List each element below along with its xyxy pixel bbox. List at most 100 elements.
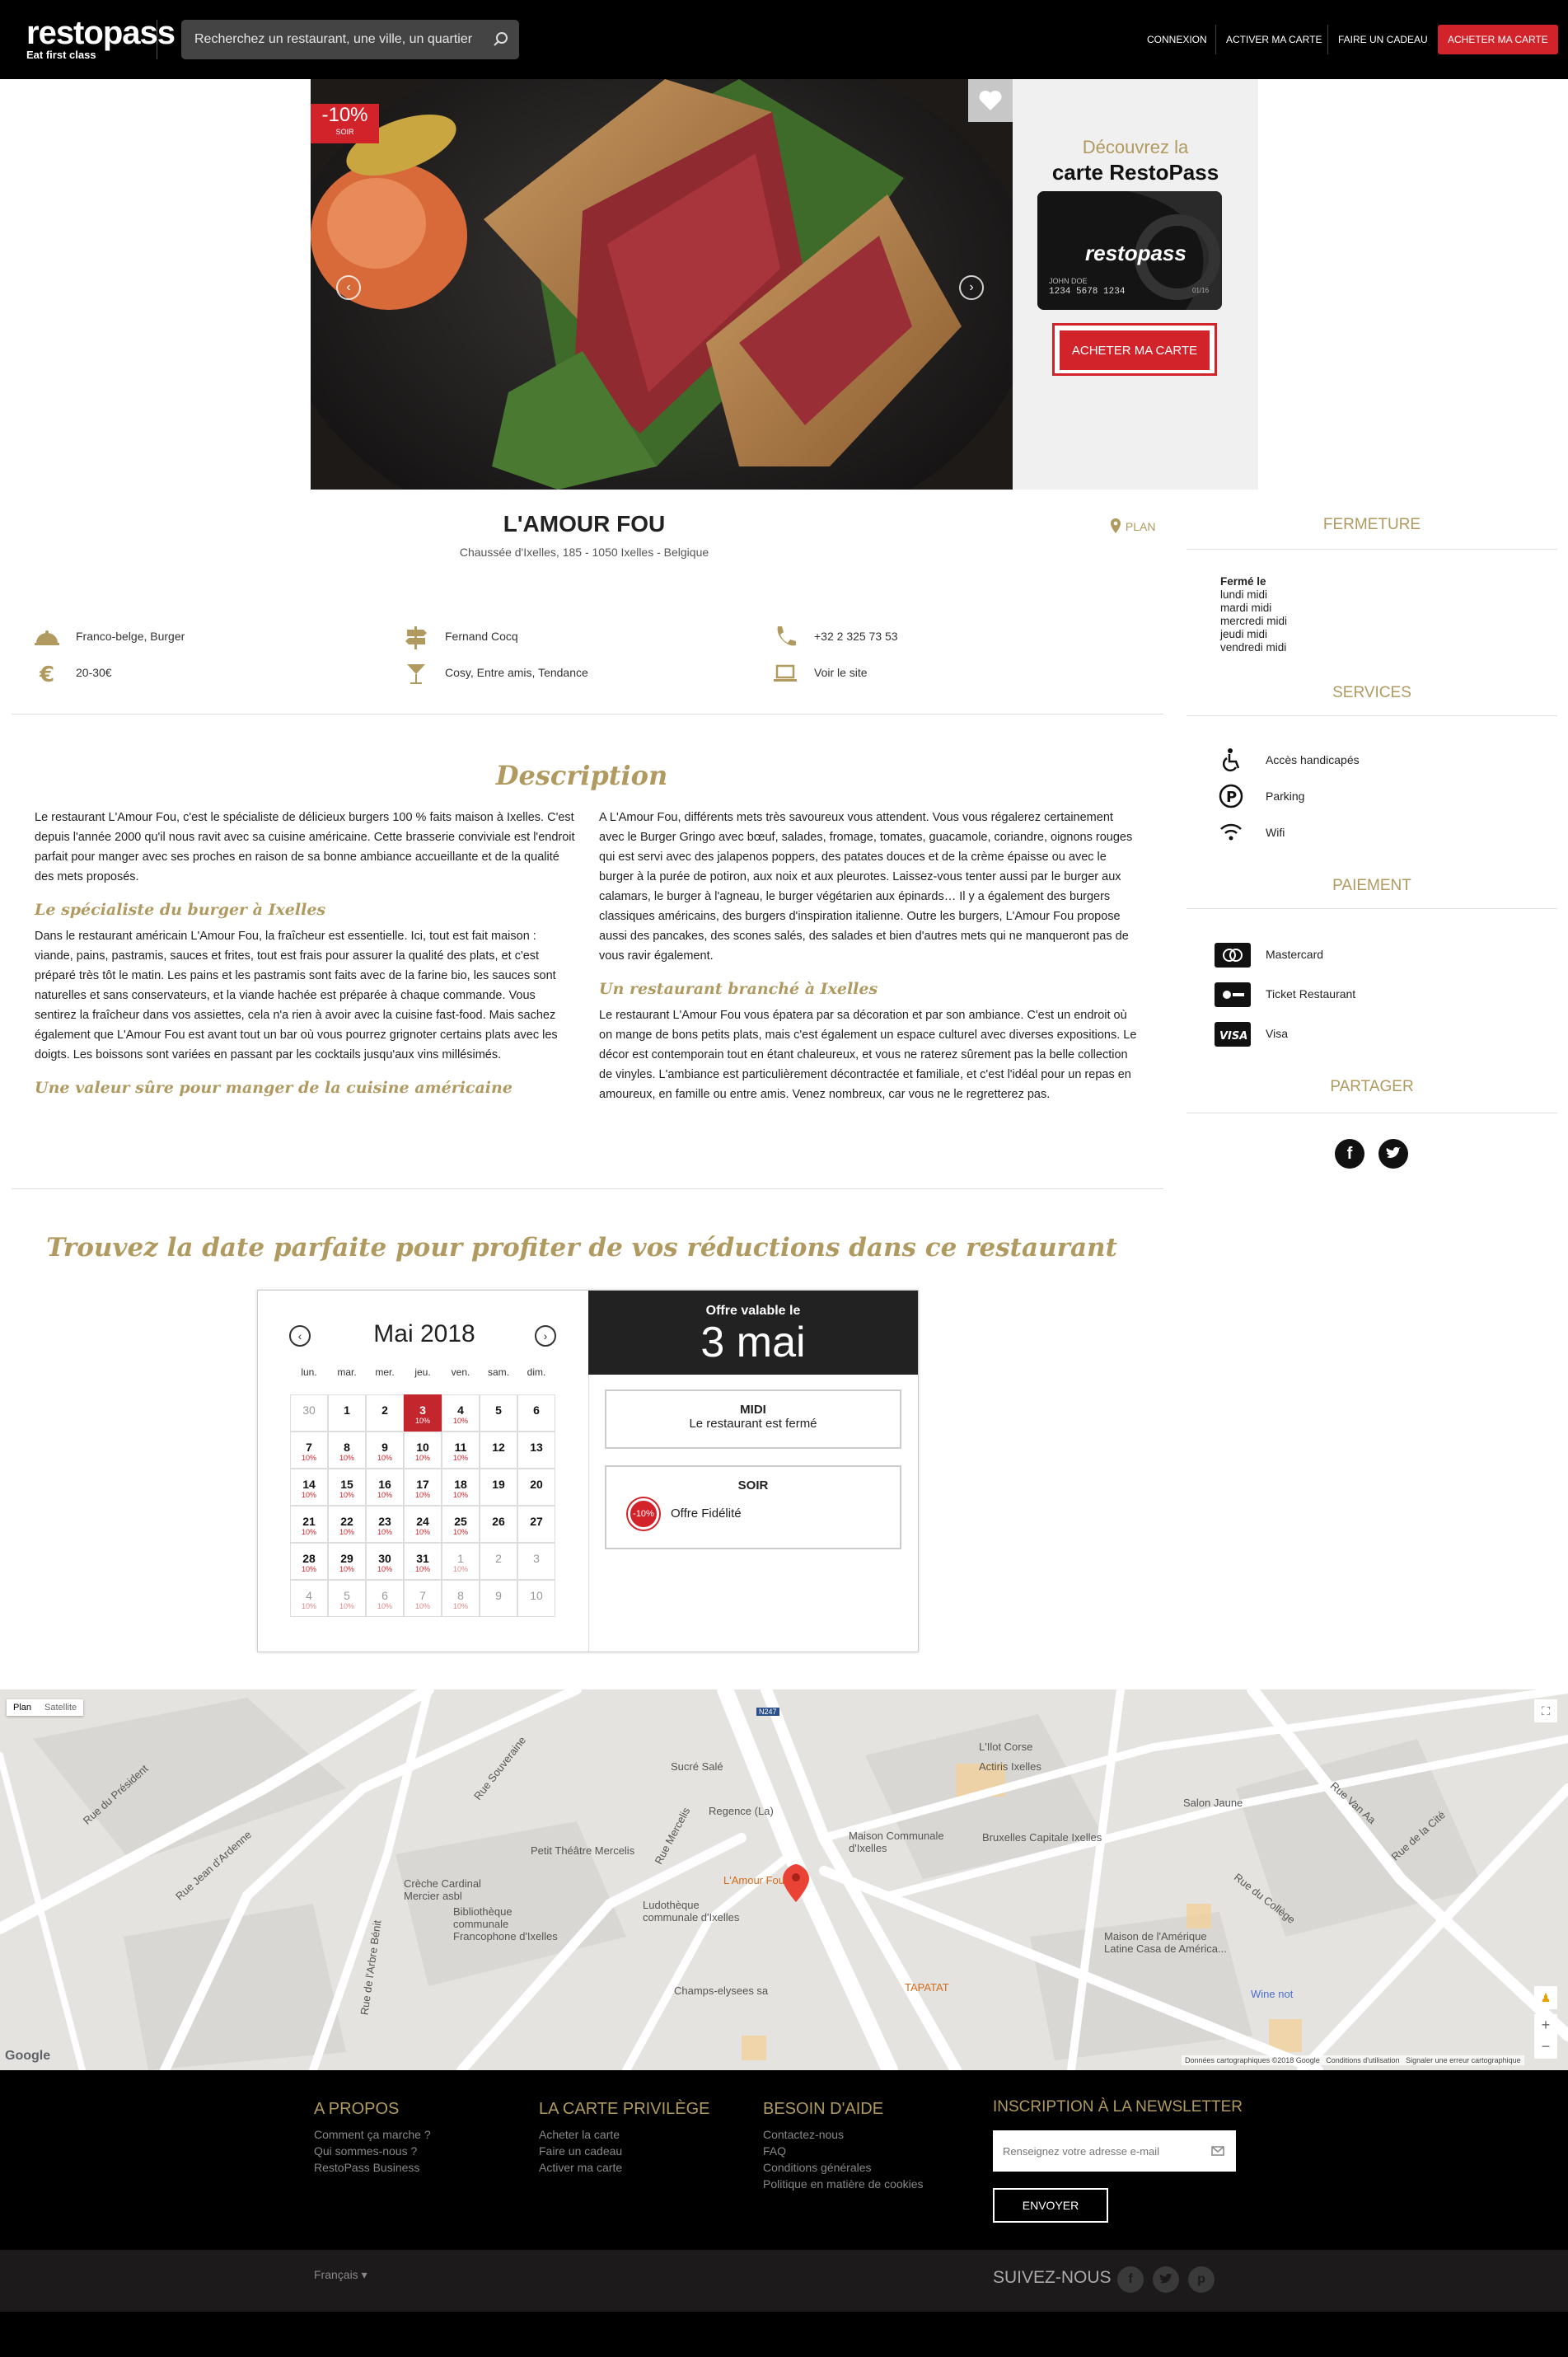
calendar-day[interactable]: 22 10% (328, 1506, 366, 1543)
language-selector[interactable]: Français ▾ (314, 2268, 367, 2282)
buy-card-button[interactable]: ACHETER MA CARTE (1052, 323, 1217, 376)
calendar-day[interactable]: 29 10% (328, 1543, 366, 1580)
calendar-day[interactable]: 17 10% (404, 1469, 442, 1506)
footer-link[interactable]: Comment ça marche ? (314, 2126, 431, 2143)
closed-day: lundi midi (1220, 588, 1268, 601)
payment-title: PAIEMENT (1332, 877, 1411, 894)
map-terms-link[interactable]: Conditions d'utilisation (1326, 2056, 1399, 2064)
restopass-logo[interactable]: restopass Eat first class (26, 16, 176, 61)
footer-twitter-icon[interactable] (1153, 2266, 1179, 2293)
soir-offer-box[interactable]: SOIR -10% Offre Fidélité (605, 1465, 901, 1549)
calendar-day[interactable]: 9 10% (366, 1432, 404, 1469)
calendar-day[interactable]: 2 (480, 1543, 517, 1580)
info-website[interactable]: Voir le site (774, 664, 868, 682)
footer-link[interactable]: Conditions générales (763, 2159, 924, 2176)
map-zoom-control: + − (1534, 2014, 1557, 2059)
calendar-day[interactable]: 13 (517, 1432, 555, 1469)
calendar-day[interactable]: 1 10% (442, 1543, 480, 1580)
footer-link[interactable]: Politique en matière de cookies (763, 2176, 924, 2192)
footer-link[interactable]: RestoPass Business (314, 2159, 431, 2176)
calendar-day[interactable]: 20 (517, 1469, 555, 1506)
carousel-next-button[interactable]: › (959, 275, 984, 300)
footer-link[interactable]: FAQ (763, 2143, 924, 2159)
calendar-day[interactable]: 30 (290, 1394, 328, 1432)
zoom-out-button[interactable]: − (1534, 2036, 1557, 2057)
calendar-day[interactable]: 12 (480, 1432, 517, 1469)
footer-link[interactable]: Contactez-nous (763, 2126, 924, 2143)
info-phone[interactable]: +32 2 325 73 53 (777, 626, 898, 646)
footer-pinterest-icon[interactable]: p (1188, 2266, 1215, 2293)
calendar-day[interactable]: 5 10% (328, 1580, 366, 1617)
calendar-day[interactable]: 28 10% (290, 1543, 328, 1580)
footer-link[interactable]: Activer ma carte (539, 2159, 622, 2176)
calendar-day[interactable]: 16 10% (366, 1469, 404, 1506)
calendar-day[interactable]: 7 10% (404, 1580, 442, 1617)
calendar-next-month-button[interactable]: › (535, 1325, 556, 1347)
calendar-day[interactable]: 15 10% (328, 1469, 366, 1506)
nav-buy-card-button[interactable]: ACHETER MA CARTE (1438, 25, 1558, 54)
calendar-day[interactable]: 11 10% (442, 1432, 480, 1469)
map-report-link[interactable]: Signaler une erreur cartographique (1406, 2056, 1521, 2064)
zoom-in-button[interactable]: + (1534, 2014, 1557, 2036)
calendar-day[interactable]: 14 10% (290, 1469, 328, 1506)
calendar-day[interactable]: 2 (366, 1394, 404, 1432)
calendar-day[interactable]: 4 10% (290, 1580, 328, 1617)
desc-paragraph: A L'Amour Fou, différents mets très savo… (599, 811, 1133, 963)
map-label: Bibliothèque communale Francophone d'Ixe… (453, 1905, 558, 1942)
wheelchair-icon (1222, 748, 1240, 772)
street-view-pegman-icon[interactable]: ♟ (1534, 1986, 1557, 2009)
plan-link[interactable]: PLAN (1109, 518, 1155, 534)
search-icon[interactable] (491, 30, 511, 49)
calendar-day[interactable]: 19 (480, 1469, 517, 1506)
search-input[interactable] (181, 20, 519, 59)
calendar-day[interactable]: 26 (480, 1506, 517, 1543)
map-plan-button[interactable]: Plan (7, 1699, 38, 1716)
calendar-day[interactable]: 25 10% (442, 1506, 480, 1543)
calendar-day[interactable]: 30 10% (366, 1543, 404, 1580)
calendar-day[interactable]: 4 10% (442, 1394, 480, 1432)
calendar-day[interactable]: 31 10% (404, 1543, 442, 1580)
calendar-day[interactable]: 5 (480, 1394, 517, 1432)
map-satellite-button[interactable]: Satellite (38, 1699, 83, 1716)
share-twitter-icon[interactable] (1378, 1139, 1408, 1169)
newsletter-email-input[interactable] (993, 2130, 1236, 2172)
desc-subtitle: Une valeur sûre pour manger de la cuisin… (35, 1079, 513, 1097)
calendar-prev-month-button[interactable]: ‹ (289, 1325, 311, 1347)
description-left-column: Le restaurant L'Amour Fou, c'est le spéc… (35, 808, 575, 1104)
carousel-prev-button[interactable]: ‹ (336, 275, 361, 300)
calendar-day[interactable]: 7 10% (290, 1432, 328, 1469)
calendar-day[interactable]: 8 10% (328, 1432, 366, 1469)
map-label-restaurant[interactable]: L'Amour Fou (723, 1874, 784, 1886)
footer-facebook-icon[interactable]: f (1117, 2266, 1144, 2293)
calendar-day[interactable]: 8 10% (442, 1580, 480, 1617)
map-label: Bruxelles Capitale Ixelles (982, 1831, 1102, 1844)
calendar-day[interactable]: 27 (517, 1506, 555, 1543)
footer-link[interactable]: Faire un cadeau (539, 2143, 622, 2159)
calendar-day[interactable]: 24 10% (404, 1506, 442, 1543)
calendar-day[interactable]: 23 10% (366, 1506, 404, 1543)
favorite-button[interactable] (968, 79, 1013, 122)
footer-link[interactable]: Acheter la carte (539, 2126, 622, 2143)
calendar-day[interactable]: 18 10% (442, 1469, 480, 1506)
day-number: 2 (495, 1552, 502, 1565)
nav-login[interactable]: CONNEXION (1137, 25, 1217, 54)
calendar-day[interactable]: 9 (480, 1580, 517, 1617)
calendar-day[interactable]: 3 (517, 1543, 555, 1580)
calendar-day[interactable]: 10 10% (404, 1432, 442, 1469)
newsletter-send-button[interactable]: ENVOYER (993, 2188, 1108, 2223)
calendar-day-selected[interactable]: 3 10% (404, 1394, 442, 1432)
map-fullscreen-icon[interactable]: ⛶ (1534, 1699, 1557, 1722)
calendar-day[interactable]: 1 (328, 1394, 366, 1432)
calendar-day[interactable]: 6 10% (366, 1580, 404, 1617)
calendar-day[interactable]: 10 (517, 1580, 555, 1617)
heart-icon (979, 91, 1002, 110)
share-facebook-icon[interactable]: f (1335, 1139, 1364, 1169)
offer-date: 3 mai (700, 1319, 806, 1366)
twitter-bird-icon (1159, 2273, 1172, 2284)
map[interactable]: L'Ilot Corse Actiris Ixelles Sucré Salé … (0, 1689, 1568, 2070)
nav-gift[interactable]: FAIRE UN CADEAU (1327, 25, 1438, 54)
calendar-day[interactable]: 6 (517, 1394, 555, 1432)
calendar-day[interactable]: 21 10% (290, 1506, 328, 1543)
footer-link[interactable]: Qui sommes-nous ? (314, 2143, 431, 2159)
nav-activate-card[interactable]: ACTIVER MA CARTE (1215, 25, 1332, 54)
